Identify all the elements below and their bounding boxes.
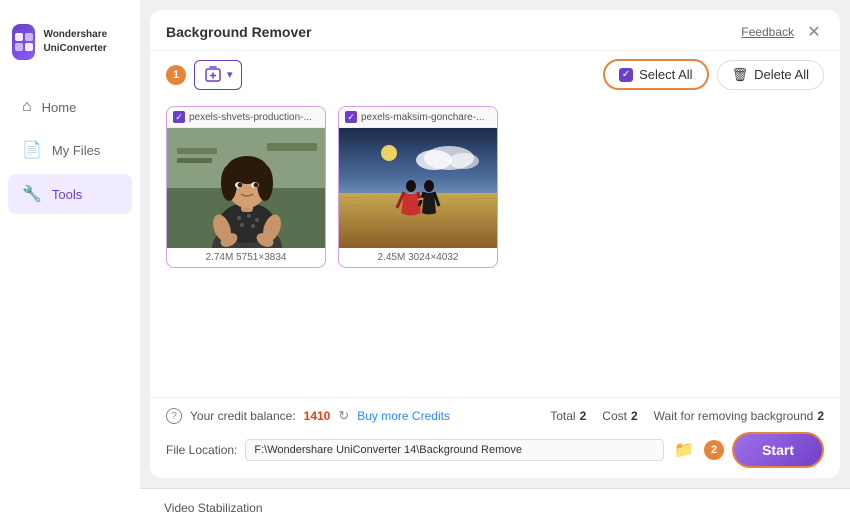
file-location-label: File Location: — [166, 443, 237, 457]
feedback-link[interactable]: Feedback — [741, 25, 794, 39]
step2-badge: 2 — [704, 440, 724, 460]
cost-label: Cost — [602, 409, 627, 423]
total-label: Total — [550, 409, 575, 423]
delete-all-label: Delete All — [754, 67, 809, 82]
stats-row: Total 2 Cost 2 Wait for removing backgro… — [550, 409, 824, 423]
sidebar-item-home[interactable]: ⌂ Home — [8, 88, 132, 126]
add-icon — [203, 65, 223, 85]
select-all-button[interactable]: ✓ Select All — [603, 59, 708, 90]
cost-value: 2 — [631, 409, 638, 423]
total-stat: Total 2 — [550, 409, 586, 423]
credits-stats-row: ? Your credit balance: 1410 ↻ Buy more C… — [166, 408, 824, 424]
step1-badge: 1 — [166, 65, 186, 85]
total-value: 2 — [580, 409, 587, 423]
sidebar-item-my-files[interactable]: 📄 My Files — [8, 130, 132, 170]
image-info-1: 2.74M 5751×3834 — [167, 248, 325, 267]
image-card-header-2: ✓ pexels-maksim-gonchare-... — [339, 107, 497, 128]
toolbar-right: ✓ Select All 🗑 Delete All — [603, 59, 824, 90]
select-all-label: Select All — [639, 67, 692, 82]
sidebar-item-files-label: My Files — [52, 143, 100, 158]
buy-credits-link[interactable]: Buy more Credits — [357, 409, 450, 423]
browse-folder-button[interactable]: 📁 — [672, 438, 696, 462]
select-all-checkbox: ✓ — [619, 68, 633, 82]
background-remover-panel: Background Remover Feedback ✕ 1 ▾ — [150, 10, 840, 478]
cost-stat: Cost 2 — [602, 409, 637, 423]
credits-row: ? Your credit balance: 1410 ↻ Buy more C… — [166, 408, 450, 424]
close-button[interactable]: ✕ — [804, 22, 824, 42]
sidebar-item-tools-label: Tools — [52, 187, 82, 202]
image-filename: pexels-shvets-production-... — [189, 112, 312, 123]
image-grid: ✓ pexels-shvets-production-... — [150, 98, 840, 397]
image-card[interactable]: ✓ pexels-shvets-production-... — [166, 106, 326, 268]
refresh-icon[interactable]: ↻ — [338, 408, 349, 424]
app-logo: Wondershare UniConverter — [0, 16, 140, 68]
wait-value: 2 — [817, 409, 824, 423]
main-area: Background Remover Feedback ✕ 1 ▾ — [140, 0, 850, 527]
sidebar: Wondershare UniConverter ⌂ Home 📄 My Fil… — [0, 0, 140, 527]
app-name: Wondershare UniConverter — [43, 28, 128, 56]
wait-label: Wait for removing background — [654, 409, 814, 423]
add-dropdown-arrow: ▾ — [227, 68, 233, 81]
bottom-bar: ? Your credit balance: 1410 ↻ Buy more C… — [150, 397, 840, 478]
file-path-input[interactable] — [245, 439, 664, 461]
credit-balance-label: Your credit balance: — [190, 409, 296, 423]
start-section: 2 Start — [704, 432, 824, 468]
sidebar-item-tools[interactable]: 🔧 Tools — [8, 174, 132, 214]
question-icon[interactable]: ? — [166, 408, 182, 424]
image-checkbox[interactable]: ✓ — [173, 111, 185, 123]
credit-value: 1410 — [304, 409, 331, 423]
wait-stat: Wait for removing background 2 — [654, 409, 824, 423]
image-info-2: 2.45M 3024×4032 — [339, 248, 497, 267]
image-checkbox-2[interactable]: ✓ — [345, 111, 357, 123]
logo-icon — [12, 24, 35, 60]
image-thumbnail-1 — [167, 128, 325, 248]
panel-header: Background Remover Feedback ✕ — [150, 10, 840, 51]
video-stabilization-tab[interactable]: Video Stabilization — [156, 497, 271, 519]
image-card-header: ✓ pexels-shvets-production-... — [167, 107, 325, 128]
delete-all-button[interactable]: 🗑 Delete All — [717, 60, 824, 90]
sidebar-item-home-label: Home — [42, 100, 77, 115]
toolbar: 1 ▾ ✓ Select All 🗑 Delete All — [150, 51, 840, 98]
trash-icon: 🗑 — [732, 67, 749, 83]
bottom-tab-bar: Video Stabilization — [140, 488, 850, 527]
tools-icon: 🔧 — [22, 184, 42, 204]
panel-header-controls: Feedback ✕ — [741, 22, 824, 42]
image-card-2[interactable]: ✓ pexels-maksim-gonchare-... — [338, 106, 498, 268]
files-icon: 📄 — [22, 140, 42, 160]
panel-title: Background Remover — [166, 24, 311, 40]
start-button[interactable]: Start — [732, 432, 824, 468]
file-location-row: File Location: 📁 2 Start — [166, 432, 824, 468]
home-icon: ⌂ — [22, 98, 32, 116]
add-files-button[interactable]: ▾ — [194, 60, 242, 90]
image-filename-2: pexels-maksim-gonchare-... — [361, 112, 484, 123]
sidebar-nav: ⌂ Home 📄 My Files 🔧 Tools — [0, 88, 140, 214]
image-thumbnail-2 — [339, 128, 497, 248]
